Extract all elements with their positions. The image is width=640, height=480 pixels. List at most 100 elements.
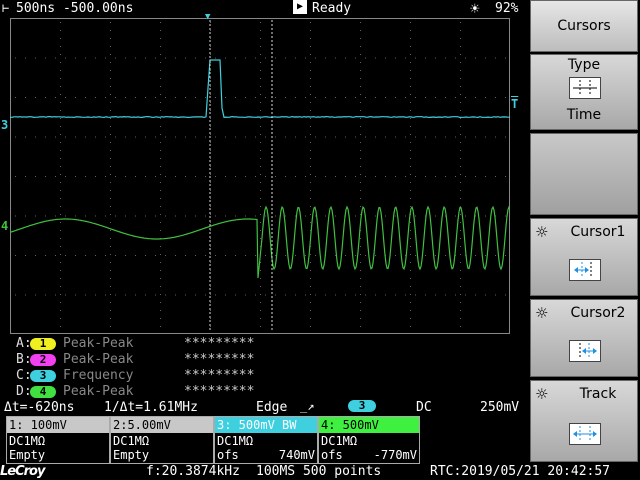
grid-dot	[210, 46, 211, 47]
grid-dot	[210, 246, 211, 247]
grid-dot	[85, 255, 86, 256]
grid-dot	[260, 62, 261, 63]
grid-dot	[55, 216, 56, 217]
grid-dot	[415, 58, 416, 59]
grid-dot	[245, 216, 246, 217]
grid-dot	[125, 216, 126, 217]
grid-dot	[235, 58, 236, 59]
grid-dot	[460, 278, 461, 279]
grid-dot	[110, 206, 111, 207]
grid-dot	[360, 310, 361, 311]
grid-dot	[435, 216, 436, 217]
measurement-value: *********	[184, 368, 254, 383]
measurement-row[interactable]: A: 1 Peak-Peak *********	[16, 336, 316, 352]
grid-dot	[460, 318, 461, 319]
grid-dot	[75, 295, 76, 296]
grid-dot	[210, 254, 211, 255]
grid-dot	[315, 255, 316, 256]
grid-dot	[15, 216, 16, 217]
channel3-marker[interactable]: 3	[1, 118, 8, 132]
grid-dot	[60, 118, 61, 119]
trigger-level-marker[interactable]: T	[511, 97, 518, 111]
grid-dot	[105, 216, 106, 217]
trigger-coupling: DC	[416, 400, 432, 415]
grid-dot	[435, 295, 436, 296]
grid-dot	[60, 86, 61, 87]
grid-dot	[45, 295, 46, 296]
grid-dot	[210, 166, 211, 167]
grid-dot	[460, 62, 461, 63]
trigger-position-marker[interactable]: ▼	[205, 12, 210, 22]
bottom-status-bar: LeCroy f:20.3874kHz 100MS 500 points RTC…	[0, 464, 640, 480]
grid-dot	[375, 176, 376, 177]
grid-dot	[110, 246, 111, 247]
grid-dot	[210, 310, 211, 311]
grid-dot	[265, 295, 266, 296]
grid-dot	[85, 176, 86, 177]
grid-dot	[460, 166, 461, 167]
grid-dot	[165, 255, 166, 256]
grid-dot	[110, 134, 111, 135]
waveform-display[interactable]	[10, 18, 510, 334]
grid-dot	[260, 54, 261, 55]
grid-dot	[60, 46, 61, 47]
grid-dot	[110, 70, 111, 71]
track-button[interactable]: ☼ Track	[530, 380, 638, 462]
type-button[interactable]: Type Time	[530, 54, 638, 130]
grid-dot	[395, 176, 396, 177]
grid-dot	[60, 22, 61, 23]
grid-dot	[485, 255, 486, 256]
measurement-row[interactable]: D: 4 Peak-Peak *********	[16, 384, 316, 400]
grid-dot	[410, 262, 411, 263]
measurement-name: Peak-Peak	[63, 384, 133, 399]
grid-dot	[160, 246, 161, 247]
channel2-info[interactable]: 2:5.00mV DC1MΩ Empty	[110, 416, 214, 464]
grid-dot	[260, 110, 261, 111]
grid-dot	[310, 54, 311, 55]
grid-dot	[185, 216, 186, 217]
empty-softkey[interactable]	[530, 133, 638, 215]
grid-dot	[495, 137, 496, 138]
grid-dot	[210, 94, 211, 95]
grid-dot	[505, 137, 506, 138]
channel1-info[interactable]: 1: 100mV DC1MΩ Empty	[6, 416, 110, 464]
cursor1-button[interactable]: ☼ Cursor1	[530, 218, 638, 296]
channel-offset-value: -770mV	[374, 448, 417, 462]
channel4-info[interactable]: 4: 500mV DC1MΩ ofs -770mV	[318, 416, 420, 464]
grid-dot	[310, 198, 311, 199]
grid-dot	[75, 137, 76, 138]
grid-dot	[210, 78, 211, 79]
cursor2-button[interactable]: ☼ Cursor2	[530, 299, 638, 377]
measurement-row[interactable]: B: 2 Peak-Peak *********	[16, 352, 316, 368]
channel3-info[interactable]: 3: 500mV BW DC1MΩ ofs 740mV	[214, 416, 318, 464]
grid-dot	[165, 216, 166, 217]
grid-dot	[410, 326, 411, 327]
grid-dot	[465, 97, 466, 98]
measurement-row[interactable]: C: 3 Frequency *********	[16, 368, 316, 384]
grid-dot	[335, 137, 336, 138]
grid-dot	[160, 174, 161, 175]
grid-dot	[360, 166, 361, 167]
grid-dot	[60, 214, 61, 215]
grid-dot	[60, 270, 61, 271]
grid-dot	[310, 70, 311, 71]
channel4-marker[interactable]: 4	[1, 219, 8, 233]
grid-dot	[115, 97, 116, 98]
grid-dot	[360, 46, 361, 47]
grid-dot	[310, 182, 311, 183]
grid-dot	[210, 206, 211, 207]
grid-dot	[75, 58, 76, 59]
cursor2-icon	[569, 340, 601, 362]
grid-dot	[210, 326, 211, 327]
grid-dot	[410, 134, 411, 135]
grid-dot	[460, 126, 461, 127]
grid-dot	[225, 58, 226, 59]
grid-dot	[475, 176, 476, 177]
grid-dot	[255, 137, 256, 138]
grid-dot	[175, 216, 176, 217]
grid-dot	[260, 198, 261, 199]
grid-dot	[410, 238, 411, 239]
grid-dot	[260, 278, 261, 279]
grid-dot	[335, 58, 336, 59]
grid-dot	[435, 137, 436, 138]
